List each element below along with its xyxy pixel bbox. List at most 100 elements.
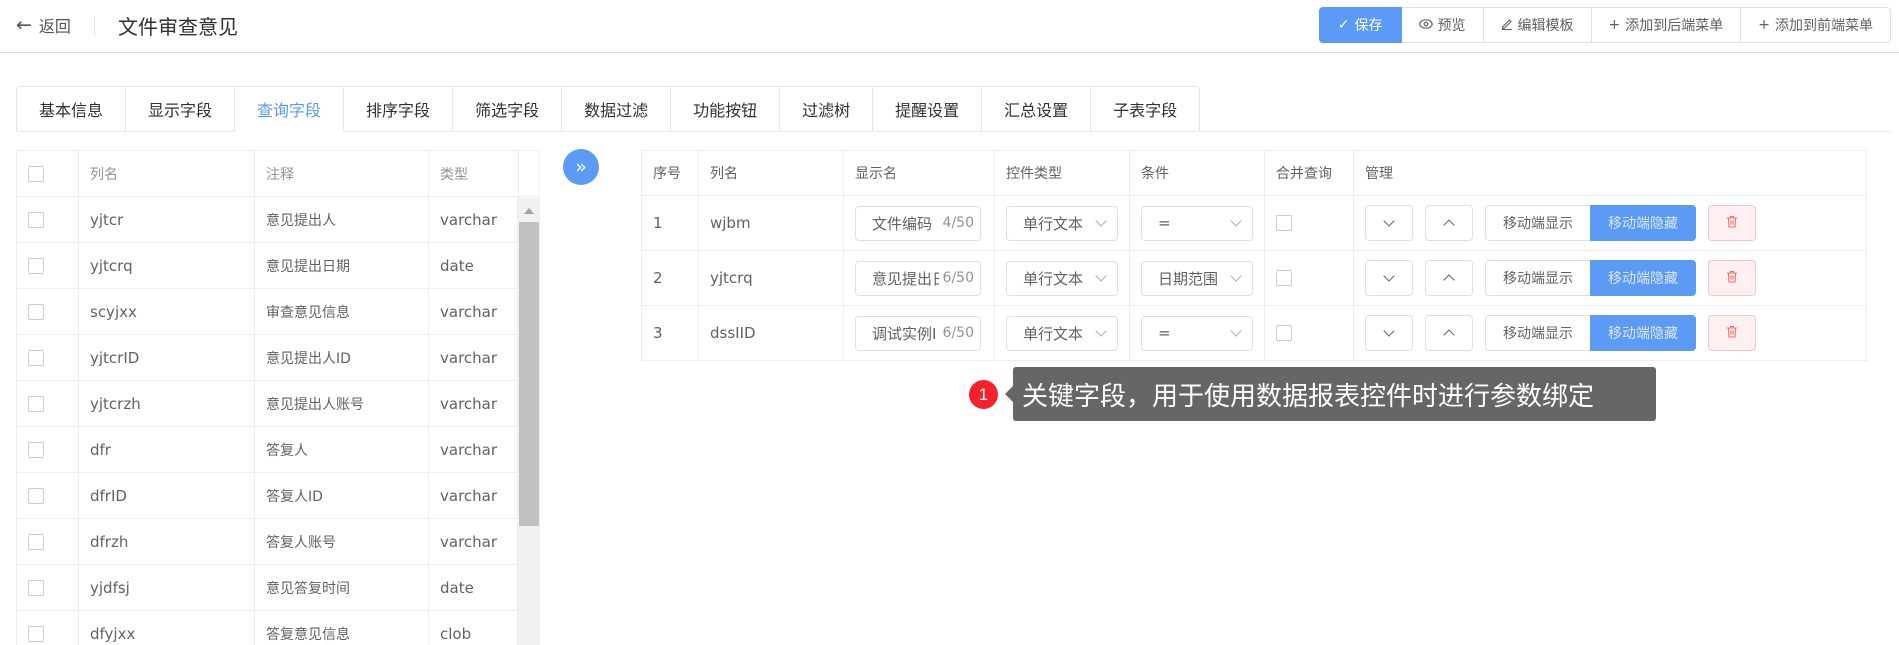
- scrollbar-thumb[interactable]: [519, 222, 539, 526]
- condition-select[interactable]: 日期范围: [1141, 260, 1253, 296]
- row-checkbox[interactable]: [28, 257, 44, 274]
- delete-button[interactable]: [1708, 205, 1756, 241]
- move-down-button[interactable]: [1365, 315, 1413, 351]
- row-checkbox[interactable]: [28, 349, 44, 366]
- move-up-button[interactable]: [1425, 260, 1473, 296]
- cell-index: 2: [642, 251, 699, 305]
- mobile-show-button[interactable]: 移动端显示: [1485, 205, 1591, 241]
- cell-comment: 审查意见信息: [255, 289, 429, 334]
- preview-label: 预览: [1437, 18, 1466, 34]
- move-up-button[interactable]: [1425, 205, 1473, 241]
- tab-query-fields[interactable]: 查询字段: [235, 86, 345, 132]
- tab-sort-fields[interactable]: 排序字段: [344, 86, 454, 132]
- tab-data-filter[interactable]: 数据过滤: [562, 86, 672, 132]
- table-row[interactable]: dfyjxx 答复意见信息 clob: [17, 611, 539, 645]
- row-checkbox[interactable]: [28, 533, 44, 550]
- select-all-checkbox[interactable]: [28, 165, 44, 182]
- table-row[interactable]: dfrID 答复人ID varchar: [17, 473, 539, 519]
- mobile-hide-button[interactable]: 移动端隐藏: [1590, 315, 1696, 351]
- tab-filter-fields[interactable]: 筛选字段: [453, 86, 563, 132]
- table-row[interactable]: yjdfsj 意见答复时间 date: [17, 565, 539, 611]
- mobile-hide-button[interactable]: 移动端隐藏: [1590, 205, 1696, 241]
- table-row[interactable]: yjtcrID 意见提出人ID varchar: [17, 335, 539, 381]
- preview-button[interactable]: 预览: [1400, 7, 1484, 43]
- display-name-input[interactable]: 文件编码 4/50: [855, 205, 981, 241]
- table-row[interactable]: dfrzh 答复人账号 varchar: [17, 519, 539, 565]
- condition-select[interactable]: =: [1141, 315, 1253, 351]
- control-type-value: 单行文本: [1023, 269, 1084, 288]
- back-button[interactable]: ← 返回: [16, 12, 71, 38]
- top-header: ← 返回 文件审查意见 ✓ 保存 预览 编辑模板 + 添加到后端菜单 + 添加到…: [0, 0, 1899, 53]
- row-checkbox[interactable]: [28, 303, 44, 320]
- table-body: yjtcr 意见提出人 varchar yjtcrq 意见提出日期 date scyjxx 审…: [17, 197, 539, 645]
- display-name-input[interactable]: 调试实例I 6/50: [855, 315, 981, 351]
- column-header-comment: 注释: [255, 151, 429, 196]
- title-divider: [94, 17, 95, 35]
- control-type-select[interactable]: 单行文本: [1006, 260, 1118, 296]
- tab-subtable-fields[interactable]: 子表字段: [1091, 86, 1201, 132]
- merge-query-checkbox[interactable]: [1276, 270, 1292, 286]
- mobile-hide-button[interactable]: 移动端隐藏: [1590, 260, 1696, 296]
- tab-function-buttons[interactable]: 功能按钮: [671, 86, 781, 132]
- table-row[interactable]: yjtcr 意见提出人 varchar: [17, 197, 539, 243]
- vertical-scrollbar[interactable]: [517, 198, 539, 645]
- tab-display-fields[interactable]: 显示字段: [126, 86, 236, 132]
- tab-summary-settings[interactable]: 汇总设置: [982, 86, 1092, 132]
- add-to-frontend-menu-button[interactable]: + 添加到前端菜单: [1740, 7, 1891, 43]
- column-header-merge-query: 合并查询: [1265, 151, 1354, 195]
- tab-basic-info[interactable]: 基本信息: [16, 86, 127, 132]
- row-checkbox[interactable]: [28, 211, 44, 228]
- mobile-show-button[interactable]: 移动端显示: [1485, 260, 1591, 296]
- table-row: 2yjtcrq 意见提出日6/50 单行文本 日期范围 移动端显示移动端隐藏: [642, 251, 1866, 306]
- tab-reminder-settings[interactable]: 提醒设置: [873, 86, 983, 132]
- tab-filter-tree[interactable]: 过滤树: [780, 86, 874, 132]
- table-header: 列名 注释 类型: [17, 151, 539, 197]
- table-row[interactable]: scyjxx 审查意见信息 varchar: [17, 289, 539, 335]
- move-up-button[interactable]: [1425, 315, 1473, 351]
- cell-column-name: yjdfsj: [79, 565, 255, 610]
- display-name-value: 文件编码: [872, 214, 933, 233]
- delete-button[interactable]: [1708, 260, 1756, 296]
- row-checkbox[interactable]: [28, 395, 44, 412]
- cell-index: 3: [642, 306, 699, 360]
- edit-icon: [1501, 17, 1513, 33]
- check-icon: ✓: [1337, 17, 1350, 33]
- save-button[interactable]: ✓ 保存: [1318, 7, 1402, 43]
- cell-column-name: yjtcrzh: [79, 381, 255, 426]
- move-down-button[interactable]: [1365, 205, 1413, 241]
- edit-template-button[interactable]: 编辑模板: [1482, 7, 1592, 43]
- row-checkbox[interactable]: [28, 441, 44, 458]
- table-row: 1 wjbm 文件编码 4/50 单行文本 = 移动端显示 移动端隐藏: [642, 196, 1866, 251]
- add-to-backend-menu-button[interactable]: + 添加到后端菜单: [1590, 7, 1742, 43]
- scroll-up-icon[interactable]: [524, 208, 534, 214]
- trash-icon: [1726, 269, 1738, 287]
- merge-query-checkbox[interactable]: [1276, 215, 1292, 231]
- condition-value: =: [1158, 214, 1171, 232]
- cell-column-name: wjbm: [699, 196, 844, 250]
- merge-query-checkbox[interactable]: [1276, 325, 1292, 341]
- display-name-input[interactable]: 意见提出日6/50: [855, 260, 981, 296]
- delete-button[interactable]: [1708, 315, 1756, 351]
- row-checkbox[interactable]: [28, 625, 44, 642]
- row-checkbox[interactable]: [28, 487, 44, 504]
- move-down-button[interactable]: [1365, 260, 1413, 296]
- chevron-up-icon: [1443, 274, 1455, 286]
- table-row[interactable]: yjtcrzh 意见提出人账号 varchar: [17, 381, 539, 427]
- control-type-value: 单行文本: [1023, 214, 1084, 233]
- move-right-button[interactable]: »: [563, 149, 599, 185]
- control-type-select[interactable]: 单行文本: [1006, 205, 1118, 241]
- cell-column-name: yjtcr: [79, 197, 255, 242]
- table-row[interactable]: dfr 答复人 varchar: [17, 427, 539, 473]
- control-type-select[interactable]: 单行文本: [1006, 315, 1118, 351]
- row-checkbox[interactable]: [28, 579, 44, 596]
- table-row[interactable]: yjtcrq 意见提出日期 date: [17, 243, 539, 289]
- cell-column-name: yjtcrID: [79, 335, 255, 380]
- mobile-show-button[interactable]: 移动端显示: [1485, 315, 1591, 351]
- back-label: 返回: [38, 17, 71, 36]
- chevron-down-icon: [1095, 215, 1107, 227]
- condition-select[interactable]: =: [1141, 205, 1253, 241]
- cell-column-name: dfrID: [79, 473, 255, 518]
- cell-comment: 答复意见信息: [255, 611, 429, 645]
- char-counter: 4/50: [942, 215, 974, 231]
- cell-column-name: yjtcrq: [699, 251, 844, 305]
